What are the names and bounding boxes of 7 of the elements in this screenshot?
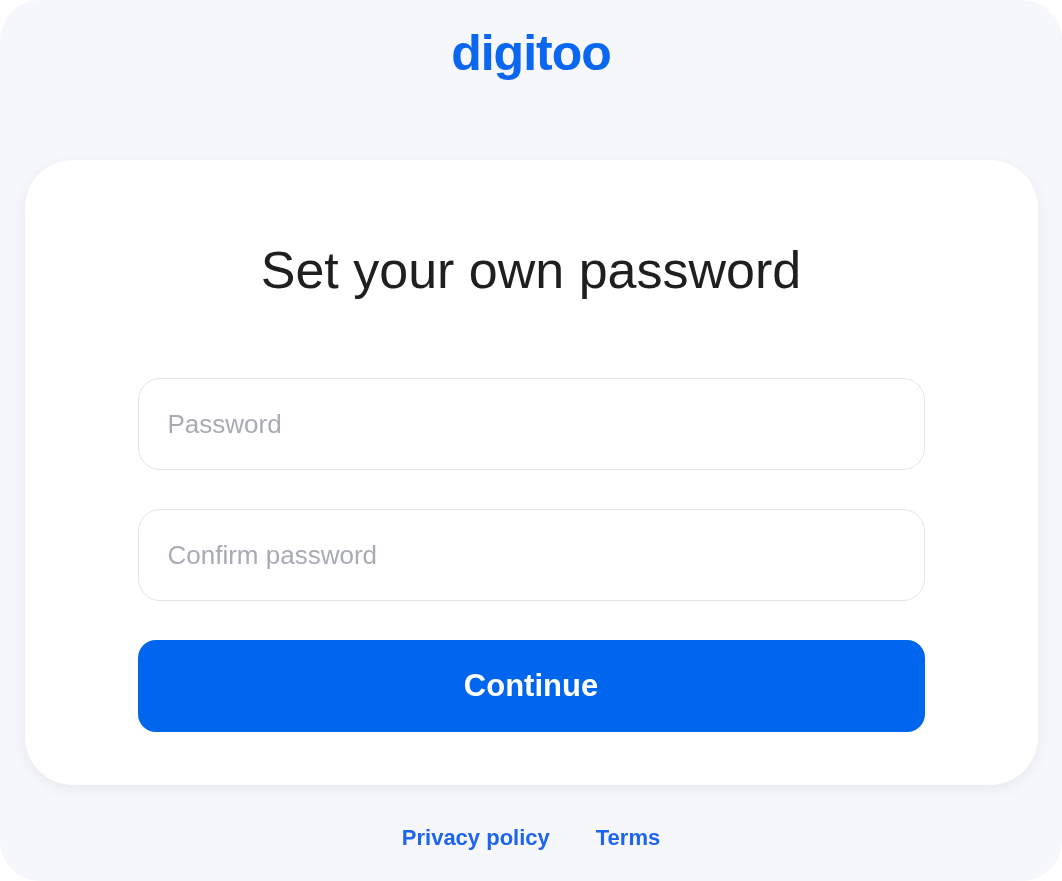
footer-link[interactable]: Privacy policy xyxy=(401,821,550,854)
continue-button[interactable]: Continue xyxy=(137,640,925,732)
footer-link[interactable]: Terms xyxy=(595,821,661,854)
input-field[interactable]: Confirm password xyxy=(137,509,925,601)
logo: digitoo xyxy=(451,24,611,83)
input-field[interactable]: Password xyxy=(137,378,925,470)
page-title: Set your own password xyxy=(260,240,802,301)
